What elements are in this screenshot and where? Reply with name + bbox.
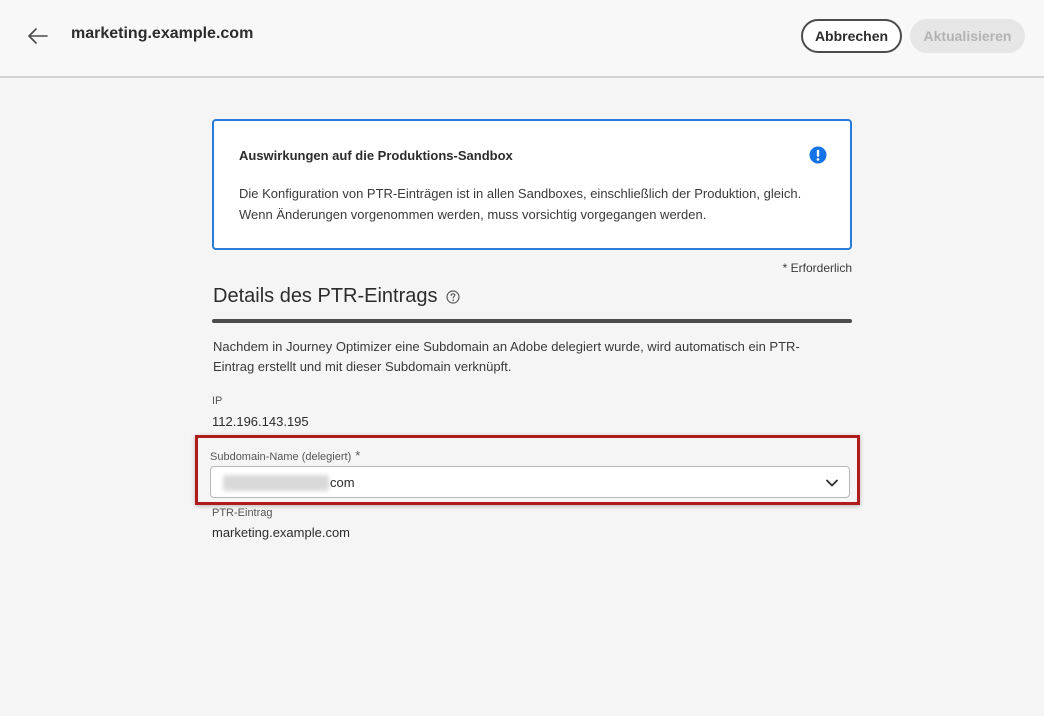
alert-body: Die Konfiguration von PTR-Einträgen ist …: [239, 186, 802, 222]
section-description: Nachdem in Journey Optimizer eine Subdom…: [213, 339, 800, 374]
section-heading: Details des PTR-Eintrags: [213, 285, 460, 308]
subdomain-label: Subdomain-Name (delegiert) *: [210, 448, 360, 463]
update-button[interactable]: Aktualisieren: [910, 19, 1025, 53]
header-bar: marketing.example.com Abbrechen Aktualis…: [0, 0, 1044, 78]
info-icon: [809, 146, 827, 164]
subdomain-value-suffix: com: [330, 475, 355, 490]
help-icon[interactable]: [445, 289, 460, 304]
back-button[interactable]: [24, 22, 52, 50]
ptr-value: marketing.example.com: [212, 525, 350, 540]
chevron-down-icon: [826, 479, 838, 487]
subdomain-label-text: Subdomain-Name (delegiert): [210, 451, 352, 463]
redacted-subdomain: [223, 475, 329, 491]
cancel-button[interactable]: Abbrechen: [801, 19, 902, 53]
required-note: * Erforderlich: [782, 261, 852, 275]
production-sandbox-alert: Auswirkungen auf die Produktions-Sandbox…: [212, 119, 852, 250]
arrow-left-icon: [28, 28, 48, 44]
alert-title: Auswirkungen auf die Produktions-Sandbox: [239, 148, 513, 163]
required-asterisk: *: [355, 448, 361, 463]
ip-value: 112.196.143.195: [212, 414, 309, 429]
ip-label: IP: [212, 395, 223, 407]
section-divider: [212, 319, 852, 323]
subdomain-select[interactable]: com: [210, 466, 850, 498]
page-title: marketing.example.com: [71, 25, 254, 42]
ptr-label: PTR-Eintrag: [212, 507, 273, 519]
section-title: Details des PTR-Eintrags: [213, 285, 438, 307]
